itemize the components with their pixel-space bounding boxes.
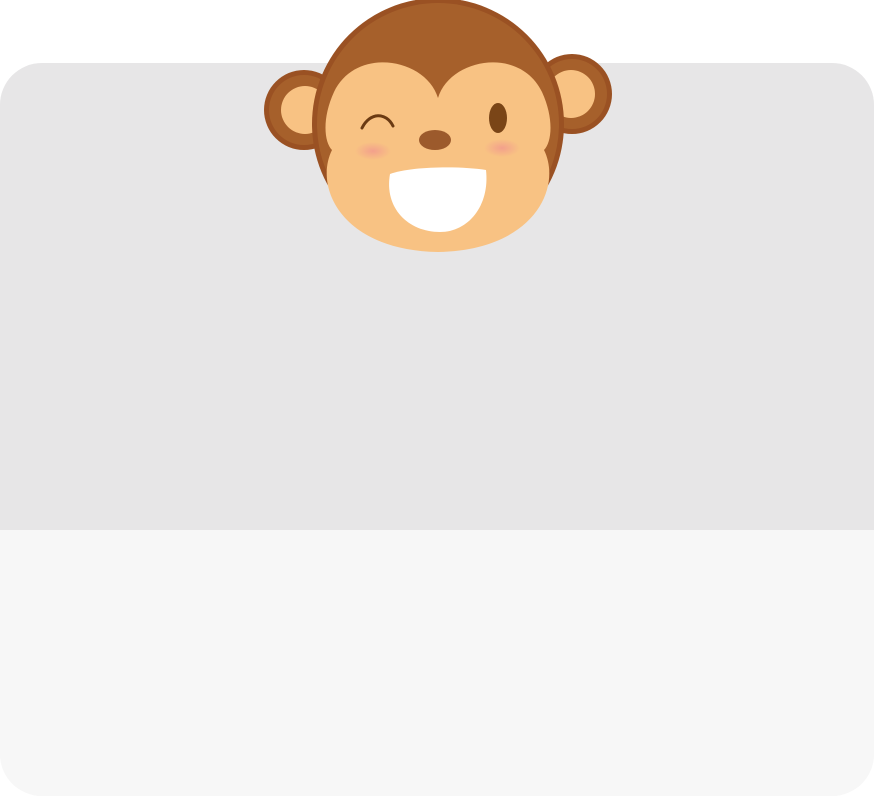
monkey-face-icon <box>264 0 612 252</box>
card-bottom-panel <box>0 530 874 796</box>
open-eye <box>489 103 507 133</box>
left-blush <box>355 142 391 160</box>
stage <box>0 0 874 796</box>
nose <box>419 130 451 150</box>
right-blush <box>484 139 520 157</box>
